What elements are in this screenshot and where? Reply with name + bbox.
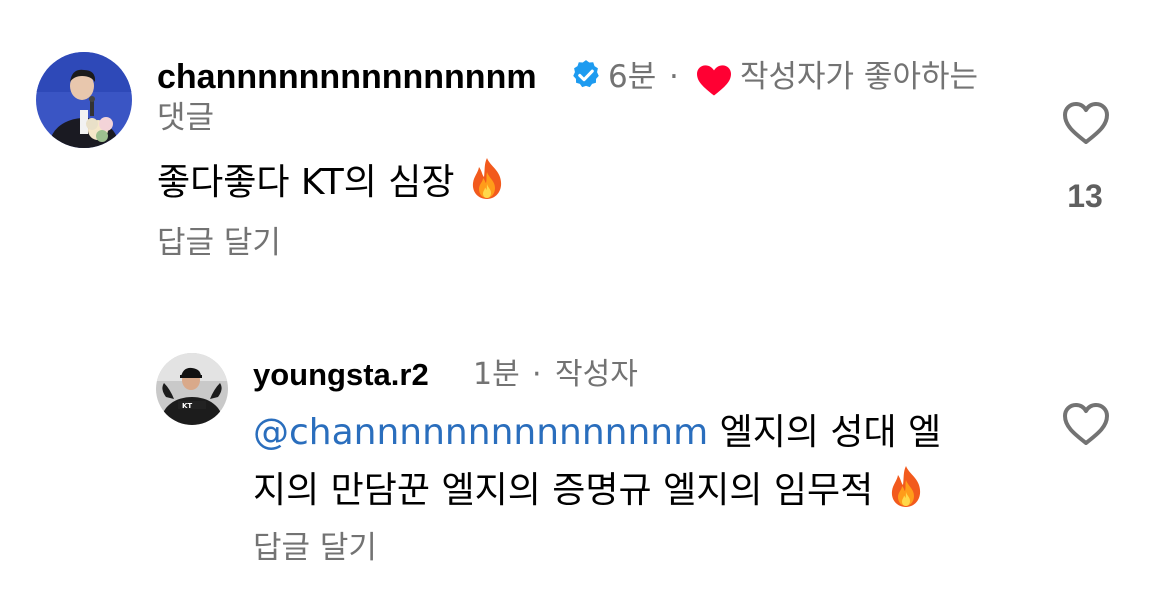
- heart-outline-icon[interactable]: [1061, 100, 1111, 146]
- separator-dot: ·: [669, 59, 679, 95]
- reply-button[interactable]: 답글 달기: [253, 527, 377, 569]
- comment-timestamp: 1분: [473, 357, 520, 392]
- comment-body: 엘지의 성대 엘: [719, 412, 942, 453]
- avatar[interactable]: KT: [156, 353, 228, 425]
- like-count: 13: [1067, 178, 1103, 214]
- heart-filled-icon: [697, 65, 731, 96]
- comment-text-line: @channnnnnnnnnnnnnm 엘지의 성대 엘: [253, 410, 941, 456]
- avatar[interactable]: [36, 52, 132, 148]
- liked-by-author-label: 작성자가 좋아하는: [740, 59, 979, 95]
- fire-emoji: [466, 156, 508, 212]
- author-badge: 작성자: [555, 357, 638, 392]
- verified-badge-icon: [573, 60, 599, 88]
- comment-timestamp: 6분: [608, 59, 657, 95]
- comment-text: 좋다좋다 KT의 심장: [157, 156, 508, 212]
- comment-body-continued: 지의 만담꾼 엘지의 증명규 엘지의 임무적: [253, 470, 874, 511]
- heart-outline-icon[interactable]: [1061, 401, 1111, 447]
- separator-dot: ·: [532, 357, 542, 392]
- mention-link[interactable]: @channnnnnnnnnnnnnm: [253, 412, 708, 453]
- liked-by-author-label-continued: 댓글: [157, 100, 215, 136]
- fire-emoji: [885, 464, 927, 520]
- comment-body: 좋다좋다 KT의 심장: [157, 162, 455, 203]
- comment-username[interactable]: youngsta.r2: [253, 355, 429, 395]
- reply-button[interactable]: 답글 달기: [157, 222, 281, 264]
- comment-text-line: 지의 만담꾼 엘지의 증명규 엘지의 임무적: [253, 464, 927, 520]
- svg-text:KT: KT: [182, 402, 192, 410]
- comment-username[interactable]: channnnnnnnnnnnnnm: [157, 57, 537, 97]
